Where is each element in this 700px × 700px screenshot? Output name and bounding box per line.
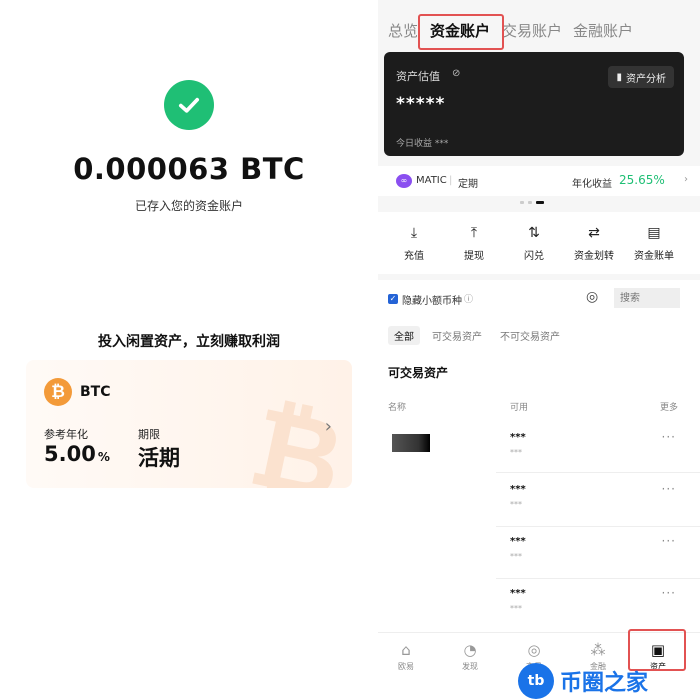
asset-value-hidden: ***** <box>396 94 446 114</box>
deposit-success-panel: 0.000063 BTC 已存入您的资金账户 投入闲置资产，立刻赚取利润 ₿ ₿… <box>0 0 378 700</box>
ref-apr-value: 5.00% <box>44 442 110 466</box>
bill-button[interactable]: ▤ 资金账单 <box>622 224 686 262</box>
nav-discover[interactable]: ◔ 发现 <box>448 641 492 672</box>
funding-account-panel: 总览 资金账户 交易账户 金融账户 资产估值 ⊘ ***** 今日收益 *** … <box>378 0 700 700</box>
invest-promo-title: 投入闲置资产，立刻赚取利润 <box>98 334 280 350</box>
finance-icon: ⁂ <box>590 641 606 659</box>
row-more-button[interactable]: ··· <box>662 586 676 600</box>
nav-home[interactable]: ⌂ 欧易 <box>384 641 428 672</box>
account-tabs: 总览 资金账户 交易账户 金融账户 <box>378 12 700 50</box>
swap-icon: ⇅ <box>528 225 540 241</box>
btc-earn-card[interactable]: ₿ ₿ BTC 参考年化 5.00% 期限 活期 › <box>26 360 352 488</box>
coin-name-redacted <box>392 434 430 452</box>
watermark-logo: tb <box>518 663 554 699</box>
segment-non-tradable[interactable]: 不可交易资产 <box>494 326 566 345</box>
coin-name: BTC <box>80 384 111 400</box>
tab-trading-account[interactable]: 交易账户 <box>502 20 562 41</box>
promo-yield-value: 25.65% <box>619 173 665 187</box>
withdraw-button[interactable]: ⤒ 提现 <box>442 224 506 262</box>
promo-yield-label: 年化收益 <box>572 179 612 190</box>
transfer-button[interactable]: ⇄ 资金划转 <box>562 224 626 262</box>
column-available: 可用 <box>510 403 529 413</box>
matic-promo-row[interactable]: ∞ MATIC | 定期 年化收益 25.65% › <box>378 166 700 196</box>
eye-hidden-icon[interactable]: ⊘ <box>452 68 460 79</box>
row-more-button[interactable]: ··· <box>662 482 676 496</box>
home-icon: ⌂ <box>401 641 411 659</box>
transfer-icon: ⇄ <box>588 225 600 241</box>
column-more: 更多 <box>659 403 678 413</box>
tab-highlight-box <box>418 14 504 50</box>
bottom-nav: ⌂ 欧易 ◔ 发现 ◎ 交易 ⁂ 金融 ▣ 资产 tb 币圈之家 <box>378 629 700 700</box>
tab-finance-account[interactable]: 金融账户 <box>573 20 633 41</box>
promo-coin: MATIC <box>416 175 447 186</box>
asset-estimate-label: 资产估值 <box>396 70 440 83</box>
row-available: *** <box>510 432 526 443</box>
row-available: *** <box>510 536 526 547</box>
ref-apr-label: 参考年化 <box>44 428 88 441</box>
carousel-dot <box>520 201 524 204</box>
deposit-icon: ⤓ <box>410 225 418 241</box>
target-icon[interactable]: ◎ <box>586 289 598 305</box>
deposit-button[interactable]: ⤓ 充值 <box>382 224 446 262</box>
tab-overview[interactable]: 总览 <box>388 20 418 41</box>
term-label: 期限 <box>138 428 160 441</box>
matic-icon: ∞ <box>396 174 412 188</box>
swap-button[interactable]: ⇅ 闪兑 <box>502 224 566 262</box>
row-available: *** <box>510 484 526 495</box>
column-name: 名称 <box>388 403 407 413</box>
asset-segment-tabs: 全部 可交易资产 不可交易资产 <box>378 318 700 350</box>
asset-estimate-card: 资产估值 ⊘ ***** 今日收益 *** ▮ 资产分析 <box>384 52 684 156</box>
segment-all[interactable]: 全部 <box>388 326 420 345</box>
promo-term: 定期 <box>458 179 478 190</box>
deposit-amount: 0.000063 BTC <box>73 152 305 186</box>
row-sub-value: *** <box>510 448 522 457</box>
segment-tradable[interactable]: 可交易资产 <box>426 326 488 345</box>
asset-list: 可交易资产 名称 可用 更多 *** *** ··· *** *** ··· *… <box>378 350 700 632</box>
btc-watermark-icon: ₿ <box>240 382 352 488</box>
chevron-right-icon[interactable]: › <box>325 416 332 437</box>
search-input[interactable] <box>614 288 680 308</box>
carousel-dot-active <box>536 201 544 204</box>
section-title: 可交易资产 <box>388 366 449 380</box>
hide-small-label: 隐藏小额币种 <box>402 296 462 307</box>
term-value: 活期 <box>138 446 180 470</box>
carousel-dot <box>528 201 532 204</box>
bar-chart-icon: ▮ <box>616 71 622 83</box>
bill-icon: ▤ <box>647 225 661 241</box>
discover-icon: ◔ <box>463 641 477 659</box>
asset-analysis-button[interactable]: ▮ 资产分析 <box>608 66 674 88</box>
row-divider <box>496 526 700 527</box>
row-more-button[interactable]: ··· <box>662 430 676 444</box>
watermark-text: 币圈之家 <box>560 671 649 696</box>
row-sub-value: *** <box>510 552 522 561</box>
quick-actions: ⤓ 充值 ⤒ 提现 ⇅ 闪兑 ⇄ 资金划转 ▤ 资金账单 <box>378 212 700 274</box>
promo-divider: | <box>449 175 453 186</box>
help-icon[interactable]: ⓘ <box>464 292 473 305</box>
today-earnings: 今日收益 *** <box>396 139 449 149</box>
success-check-icon <box>164 80 214 130</box>
btc-logo-icon: ₿ <box>44 378 72 406</box>
chevron-right-icon: › <box>684 174 688 185</box>
withdraw-icon: ⤒ <box>470 225 478 241</box>
site-watermark: tb 币圈之家 <box>518 663 648 699</box>
hide-small-checkbox[interactable]: ✓ <box>388 294 398 304</box>
row-divider <box>496 578 700 579</box>
row-divider <box>496 472 700 473</box>
row-available: *** <box>510 588 526 599</box>
carousel-dots <box>520 201 544 204</box>
row-sub-value: *** <box>510 500 522 509</box>
deposit-status-text: 已存入您的资金账户 <box>134 199 243 213</box>
asset-filter-row: ✓ 隐藏小额币种 ⓘ ◎ <box>378 280 700 318</box>
row-sub-value: *** <box>510 604 522 613</box>
row-more-button[interactable]: ··· <box>662 534 676 548</box>
trade-icon: ◎ <box>527 641 541 659</box>
